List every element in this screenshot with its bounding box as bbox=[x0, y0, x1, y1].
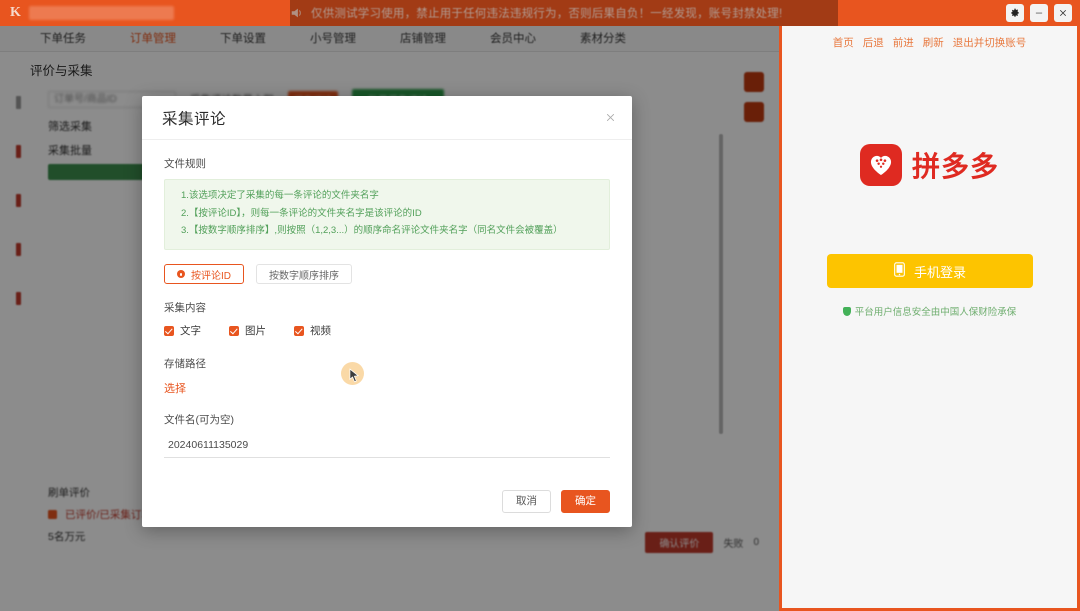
nav-logout-switch-account[interactable]: 退出并切换账号 bbox=[953, 35, 1027, 50]
dialog-title: 采集评论 bbox=[162, 110, 227, 128]
close-icon[interactable] bbox=[605, 111, 616, 125]
pinduoduo-brand-name: 拼多多 bbox=[911, 150, 999, 183]
sort-by-number-option[interactable]: 按数字顺序排序 bbox=[256, 264, 352, 285]
choose-path-button[interactable]: 选择 bbox=[164, 380, 186, 396]
phone-login-label: 手机登录 bbox=[913, 264, 966, 280]
app-logo: K bbox=[10, 5, 22, 20]
content-option-video-label: 视频 bbox=[310, 325, 331, 338]
phone-login-button[interactable]: 手机登录 bbox=[826, 254, 1033, 288]
app-window: K 仅供测试学习使用，禁止用于任何违法违规行为，否则后果自负！一经发现，账号封禁… bbox=[0, 0, 1080, 611]
speaker-icon bbox=[290, 6, 304, 20]
content-option-text[interactable]: 文字 bbox=[164, 323, 201, 338]
sort-mode-group: 按评论ID 按数字顺序排序 bbox=[164, 264, 610, 285]
checkbox-icon[interactable] bbox=[294, 325, 304, 336]
rule-line: 2.【按评论ID】，则每一条评论的文件夹名字是该评论的ID bbox=[181, 207, 422, 219]
cancel-button[interactable]: 取消 bbox=[502, 489, 551, 513]
filename-label: 文件名(可为空) bbox=[164, 414, 234, 427]
assurance-text: 平台用户信息安全由中国人保财险承保 bbox=[854, 307, 1017, 318]
rule-line: 1.该选项决定了采集的每一条评论的文件夹名字 bbox=[181, 190, 379, 201]
filename-input[interactable] bbox=[164, 435, 610, 459]
dialog-header: 采集评论 bbox=[142, 96, 632, 140]
rules-info-box: 1.该选项决定了采集的每一条评论的文件夹名字 2.【按评论ID】，则每一条评论的… bbox=[164, 179, 610, 251]
assurance-row: 平台用户信息安全由中国人保财险承保 bbox=[782, 304, 1077, 318]
gear-icon[interactable] bbox=[1006, 4, 1024, 22]
embedded-browser-panel: 首页 后退 前进 刷新 退出并切换账号 拼多多 手机登录 平台用户信息安全由中国… bbox=[779, 26, 1080, 611]
rules-label: 文件规则 bbox=[164, 158, 206, 170]
minimize-icon[interactable] bbox=[1030, 4, 1048, 22]
rule-line: 3.【按数字顺序排序】,则按照（1,2,3...）的顺序命名评论文件夹名字（同名… bbox=[181, 225, 563, 237]
pinduoduo-logo-icon bbox=[859, 144, 902, 186]
window-controls bbox=[1006, 4, 1080, 22]
browser-nav-bar: 首页 后退 前进 刷新 退出并切换账号 bbox=[782, 26, 1077, 52]
sort-by-number-label: 按数字顺序排序 bbox=[269, 270, 339, 282]
phone-icon bbox=[893, 262, 906, 280]
radio-icon bbox=[177, 270, 185, 279]
content-option-image-label: 图片 bbox=[245, 325, 266, 338]
content-label: 采集内容 bbox=[164, 302, 206, 315]
redacted-account-label bbox=[29, 6, 175, 20]
close-icon[interactable] bbox=[1054, 4, 1072, 22]
nav-back[interactable]: 后退 bbox=[863, 35, 884, 50]
title-bar-brand: K bbox=[0, 0, 290, 26]
sort-by-comment-id-label: 按评论ID bbox=[191, 270, 231, 282]
content-checkbox-group: 文字 图片 视频 bbox=[164, 323, 610, 338]
sort-by-comment-id-option[interactable]: 按评论ID bbox=[164, 264, 244, 285]
confirm-button[interactable]: 确定 bbox=[561, 489, 610, 513]
content-option-video[interactable]: 视频 bbox=[294, 323, 331, 338]
collect-comments-dialog: 采集评论 文件规则 1.该选项决定了采集的每一条评论的文件夹名字 2.【按评论I… bbox=[142, 96, 632, 527]
shield-icon bbox=[842, 306, 851, 316]
announcement-marquee: 仅供测试学习使用，禁止用于任何违法违规行为，否则后果自负！一经发现，账号封禁处理… bbox=[290, 0, 1006, 26]
pinduoduo-brand: 拼多多 bbox=[782, 144, 1077, 186]
content-option-text-label: 文字 bbox=[180, 325, 201, 338]
storage-path-label: 存储路径 bbox=[164, 358, 206, 371]
dialog-footer: 取消 确定 bbox=[142, 475, 632, 527]
nav-forward[interactable]: 前进 bbox=[893, 35, 914, 50]
checkbox-icon[interactable] bbox=[229, 325, 239, 336]
nav-home[interactable]: 首页 bbox=[833, 35, 854, 50]
dialog-body: 文件规则 1.该选项决定了采集的每一条评论的文件夹名字 2.【按评论ID】，则每… bbox=[142, 140, 632, 475]
title-bar: K 仅供测试学习使用，禁止用于任何违法违规行为，否则后果自负！一经发现，账号封禁… bbox=[0, 0, 1080, 26]
nav-refresh[interactable]: 刷新 bbox=[923, 35, 944, 50]
checkbox-icon[interactable] bbox=[164, 325, 174, 336]
marquee-text: 仅供测试学习使用，禁止用于任何违法违规行为，否则后果自负！一经发现，账号封禁处理… bbox=[311, 8, 783, 20]
content-option-image[interactable]: 图片 bbox=[229, 323, 266, 338]
